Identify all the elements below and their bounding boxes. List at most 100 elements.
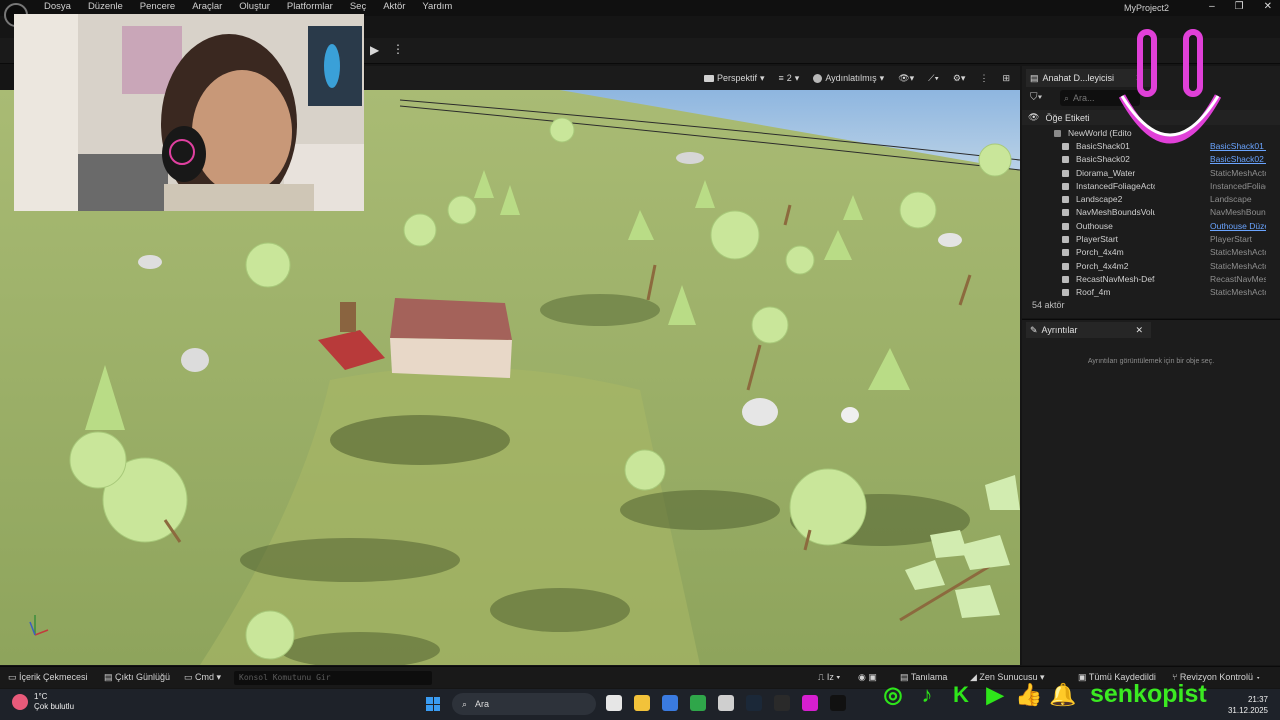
search-icon: ⌕ xyxy=(1064,92,1070,103)
tiktok-icon: ♪ xyxy=(921,681,933,707)
clock-date: 31.12.2025 xyxy=(1227,706,1268,715)
terminal-icon: ▭ xyxy=(184,672,196,682)
menu-build[interactable]: Oluştur xyxy=(239,1,270,12)
cmd-dropdown[interactable]: ▭ Cmd ▾ xyxy=(184,672,221,683)
actor-type: InstancedFoliag xyxy=(1210,180,1266,191)
fov-label: 2 xyxy=(786,73,792,83)
camera-icon xyxy=(703,74,714,82)
list-item[interactable]: Porch_4x4m2 StaticMeshActo xyxy=(1022,259,1280,272)
details-tab-label: Ayrıntılar xyxy=(1041,325,1078,335)
list-item[interactable]: Diorama_Water StaticMeshActo xyxy=(1022,166,1280,179)
menu-select[interactable]: Seç xyxy=(350,1,366,12)
app-icon[interactable] xyxy=(802,695,818,711)
status-icons[interactable]: ◉ ▣ xyxy=(858,672,877,683)
list-item[interactable]: Porch_4x4m StaticMeshActo xyxy=(1022,246,1280,259)
minimize-icon[interactable]: – xyxy=(1209,1,1215,12)
log-icon: ▤ xyxy=(104,672,116,682)
outliner-filters: ⛉▾ xyxy=(1030,92,1042,103)
viewport-toolbar: Perspektif ▾ ≡ 2 ▾ Aydınlatılmış ▾ 👁▾ ⟋▾… xyxy=(365,66,1020,90)
perspective-button[interactable]: Perspektif ▾ xyxy=(703,72,765,84)
settings-gear-icon[interactable]: ⚙▾ xyxy=(953,73,966,84)
actor-type: Landscape xyxy=(1210,194,1252,205)
actor-count: 54 aktör xyxy=(1032,300,1065,310)
list-item[interactable]: PlayerStart PlayerStart xyxy=(1022,232,1280,245)
steam-icon[interactable] xyxy=(746,695,762,711)
actor-type: StaticMeshActo xyxy=(1210,167,1266,178)
chrome-icon[interactable] xyxy=(690,695,706,711)
instagram-icon: ◎ xyxy=(883,681,903,707)
actor-name: Diorama_Water xyxy=(1022,168,1155,178)
youtube-icon: ▶ xyxy=(986,681,1004,707)
actor-type-link[interactable]: Outhouse Düze xyxy=(1210,221,1266,231)
actor-name: Landscape2 xyxy=(1022,194,1155,204)
grid-stack-icon: ≡ xyxy=(778,73,784,83)
menu-help[interactable]: Yardım xyxy=(422,1,452,12)
menu-tools[interactable]: Araçlar xyxy=(192,1,222,12)
filter-icon[interactable]: ⛉▾ xyxy=(1030,92,1042,103)
menu-actor[interactable]: Aktör xyxy=(383,1,405,12)
layout-icon[interactable]: ⊞ xyxy=(1002,73,1010,84)
chevron-down-icon: ▾ xyxy=(759,72,765,83)
fov-button[interactable]: ≡ 2 ▾ xyxy=(779,73,800,84)
actor-name: Porch_4x4m xyxy=(1022,247,1155,257)
task-view-icon[interactable] xyxy=(606,695,622,711)
close-icon[interactable]: ✕ xyxy=(1135,325,1143,336)
outliner-tab-label: Anahat D...leyicisi xyxy=(1042,73,1115,83)
show-eye-icon[interactable]: 👁▾ xyxy=(898,73,914,84)
trace-button[interactable]: ⎍ Iz ▾ xyxy=(818,672,840,683)
item-label-column[interactable]: Öğe Etiketi xyxy=(1045,113,1089,123)
epic-games-icon[interactable] xyxy=(774,695,790,711)
file-explorer-icon[interactable] xyxy=(634,695,650,711)
temperature: 1°C xyxy=(34,692,48,701)
store-icon[interactable] xyxy=(662,695,678,711)
taskbar-search[interactable]: ⌕ Ara xyxy=(452,693,596,715)
chevron-down-icon: ▾ xyxy=(879,72,885,83)
content-drawer-button[interactable]: ▭ İçerik Çekmecesi xyxy=(8,672,88,683)
console-input[interactable]: Konsol Komutunu Gir xyxy=(234,671,432,685)
main-menu: Dosya Düzenle Pencere Araçlar Oluştur Pl… xyxy=(44,1,469,12)
output-log-button[interactable]: ▤ Çıktı Günlüğü xyxy=(104,672,170,683)
weather-widget[interactable]: 1°C Çok bulutlu xyxy=(12,692,74,712)
unreal-engine-icon[interactable] xyxy=(830,695,846,711)
close-icon[interactable]: ✕ xyxy=(1264,1,1272,12)
actor-type: PlayerStart xyxy=(1210,234,1253,245)
menu-edit[interactable]: Düzenle xyxy=(88,1,123,12)
maximize-icon[interactable]: ❐ xyxy=(1235,1,1244,12)
windows-start-icon[interactable] xyxy=(426,697,440,711)
menu-window[interactable]: Pencere xyxy=(140,1,175,12)
obs-icon[interactable] xyxy=(718,695,734,711)
output-log-label: Çıktı Günlüğü xyxy=(115,672,171,682)
viewport-more-icon[interactable]: ⋮ xyxy=(979,73,988,84)
window-controls: – ❐ ✕ xyxy=(1209,1,1272,12)
actor-type: RecastNavMesh xyxy=(1210,273,1266,284)
transform-icon[interactable]: ⟋▾ xyxy=(928,73,939,84)
menu-file[interactable]: Dosya xyxy=(44,1,71,12)
taskbar-apps xyxy=(606,695,846,711)
details-panel: ✎ Ayrıntılar ✕ Ayrıntıları görüntülemek … xyxy=(1022,319,1280,665)
visibility-eye-icon[interactable]: 👁 xyxy=(1028,112,1039,123)
play-icon[interactable]: ▶ xyxy=(370,43,379,57)
tab-details[interactable]: ✎ Ayrıntılar ✕ xyxy=(1026,322,1151,338)
actor-name: InstancedFoliageActor0 xyxy=(1022,181,1155,191)
trace-icon: ⎍ xyxy=(818,672,827,682)
actor-name: PlayerStart xyxy=(1022,234,1155,244)
actor-type: StaticMeshActo xyxy=(1210,247,1266,258)
lighting-button[interactable]: Aydınlatılmış ▾ xyxy=(813,73,884,84)
list-item[interactable]: Landscape2 Landscape xyxy=(1022,192,1280,205)
project-name: MyProject2 xyxy=(1124,3,1170,13)
actor-name: Porch_4x4m2 xyxy=(1022,261,1155,271)
list-item[interactable]: Outhouse Outhouse Düze xyxy=(1022,219,1280,232)
smiley-logo-overlay xyxy=(1118,29,1222,144)
thumbs-up-icon: 👍 xyxy=(1015,681,1043,707)
list-item[interactable]: InstancedFoliageActor0 InstancedFoliag xyxy=(1022,179,1280,192)
lighting-label: Aydınlatılmış xyxy=(825,73,877,83)
menu-platforms[interactable]: Platformlar xyxy=(287,1,333,12)
list-item[interactable]: Roof_4m StaticMeshActo xyxy=(1022,286,1280,298)
clock-time: 21:37 xyxy=(1247,695,1268,704)
list-item[interactable]: NavMeshBoundsVolume NavMeshBound xyxy=(1022,206,1280,219)
list-item[interactable]: RecastNavMesh-Default RecastNavMesh xyxy=(1022,272,1280,285)
actor-name: Outhouse xyxy=(1022,221,1155,231)
more-options-icon[interactable]: ⋮ xyxy=(392,42,404,56)
weather-text: Çok bulutlu xyxy=(34,702,75,711)
system-clock[interactable]: 21:37 31.12.2025 xyxy=(1228,694,1268,716)
